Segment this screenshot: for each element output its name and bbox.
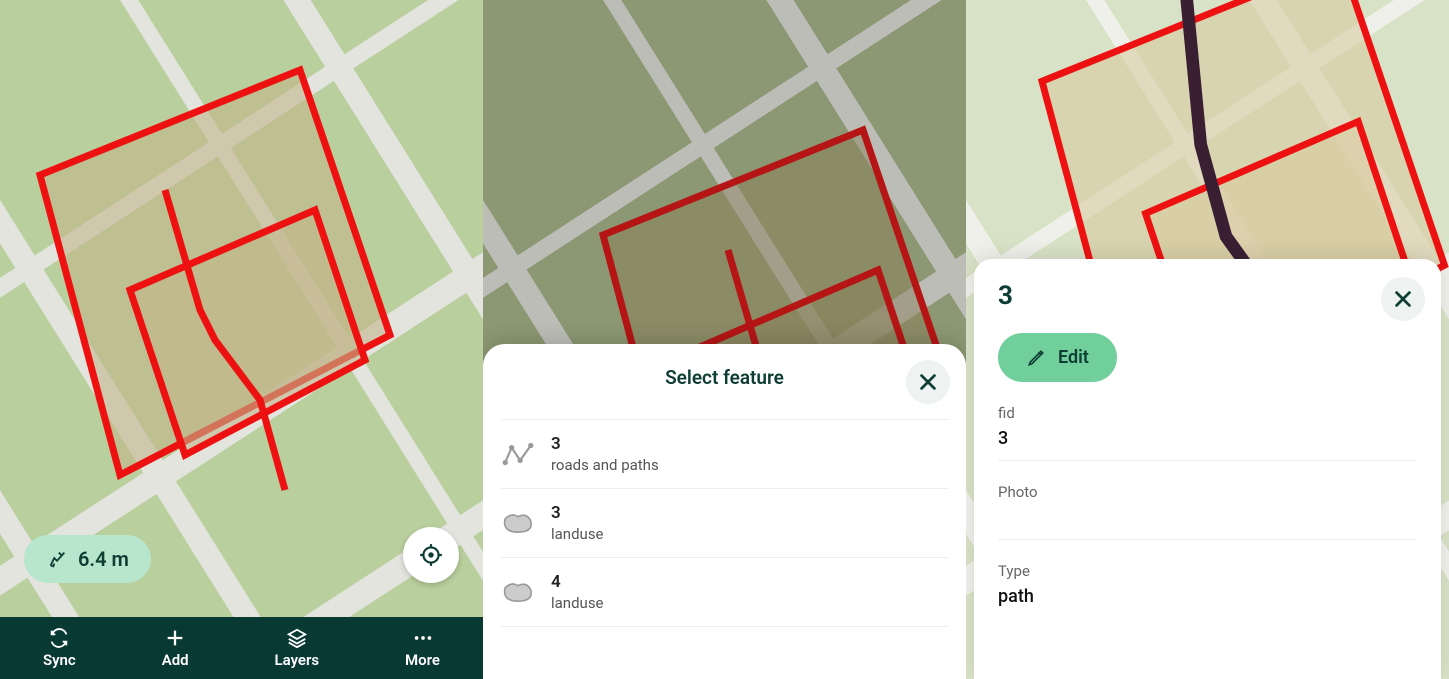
phone-main-map: 6.4 m Sync Add Layers bbox=[0, 0, 483, 679]
field-fid: fid 3 bbox=[998, 404, 1417, 461]
field-photo[interactable]: Photo bbox=[998, 483, 1417, 540]
feature-detail-title: 3 bbox=[998, 281, 1417, 311]
feature-fid: 4 bbox=[551, 572, 604, 592]
add-button[interactable]: Add bbox=[162, 627, 189, 669]
select-feature-sheet: Select feature 3 roads and paths bbox=[483, 344, 966, 679]
feature-text: 4 landuse bbox=[551, 572, 604, 612]
more-button[interactable]: More bbox=[405, 627, 440, 669]
pencil-icon bbox=[1026, 348, 1046, 368]
dots-icon bbox=[412, 627, 434, 649]
phone-screens-container: 6.4 m Sync Add Layers bbox=[0, 0, 1449, 679]
line-geometry-icon bbox=[501, 440, 535, 468]
more-label: More bbox=[405, 651, 440, 669]
layers-button[interactable]: Layers bbox=[275, 627, 320, 669]
field-value: path bbox=[998, 586, 1417, 608]
feature-text: 3 roads and paths bbox=[551, 434, 659, 474]
field-label: fid bbox=[998, 404, 1417, 422]
polygon-geometry-icon bbox=[501, 578, 535, 606]
close-icon bbox=[917, 371, 939, 393]
layers-icon bbox=[286, 627, 308, 649]
field-label: Photo bbox=[998, 483, 1417, 501]
field-label: Type bbox=[998, 562, 1417, 580]
plus-icon bbox=[164, 627, 186, 649]
sheet-title: Select feature bbox=[501, 366, 948, 389]
sync-label: Sync bbox=[43, 651, 76, 669]
close-button[interactable] bbox=[1381, 277, 1425, 321]
crosshair-icon bbox=[418, 542, 444, 568]
phone-feature-detail: 3 Edit fid 3 Photo Type path bbox=[966, 0, 1449, 679]
field-value: 3 bbox=[998, 428, 1417, 450]
feature-layer-name: roads and paths bbox=[551, 456, 659, 474]
edit-label: Edit bbox=[1058, 347, 1089, 368]
field-value bbox=[998, 507, 1417, 529]
feature-layer-name: landuse bbox=[551, 594, 604, 612]
field-type: Type path bbox=[998, 562, 1417, 618]
add-label: Add bbox=[162, 651, 189, 669]
sync-icon bbox=[48, 627, 70, 649]
feature-text: 3 landuse bbox=[551, 503, 604, 543]
gps-accuracy-value: 6.4 m bbox=[78, 547, 129, 571]
polygon-geometry-icon bbox=[501, 509, 535, 537]
edit-button[interactable]: Edit bbox=[998, 333, 1117, 382]
bottom-toolbar: Sync Add Layers More bbox=[0, 617, 483, 679]
sync-button[interactable]: Sync bbox=[43, 627, 76, 669]
gps-satellite-icon bbox=[46, 548, 68, 570]
layers-label: Layers bbox=[275, 651, 320, 669]
close-button[interactable] bbox=[906, 360, 950, 404]
feature-item[interactable]: 3 landuse bbox=[501, 489, 948, 558]
phone-select-feature: Select feature 3 roads and paths bbox=[483, 0, 966, 679]
feature-item[interactable]: 3 roads and paths bbox=[501, 419, 948, 489]
close-icon bbox=[1392, 288, 1414, 310]
feature-list: 3 roads and paths 3 landuse bbox=[501, 419, 948, 627]
feature-fid: 3 bbox=[551, 503, 604, 523]
gps-accuracy-pill[interactable]: 6.4 m bbox=[24, 535, 151, 583]
locate-me-button[interactable] bbox=[403, 527, 459, 583]
feature-fid: 3 bbox=[551, 434, 659, 454]
feature-layer-name: landuse bbox=[551, 525, 604, 543]
feature-detail-sheet: 3 Edit fid 3 Photo Type path bbox=[974, 259, 1441, 679]
feature-item[interactable]: 4 landuse bbox=[501, 558, 948, 627]
